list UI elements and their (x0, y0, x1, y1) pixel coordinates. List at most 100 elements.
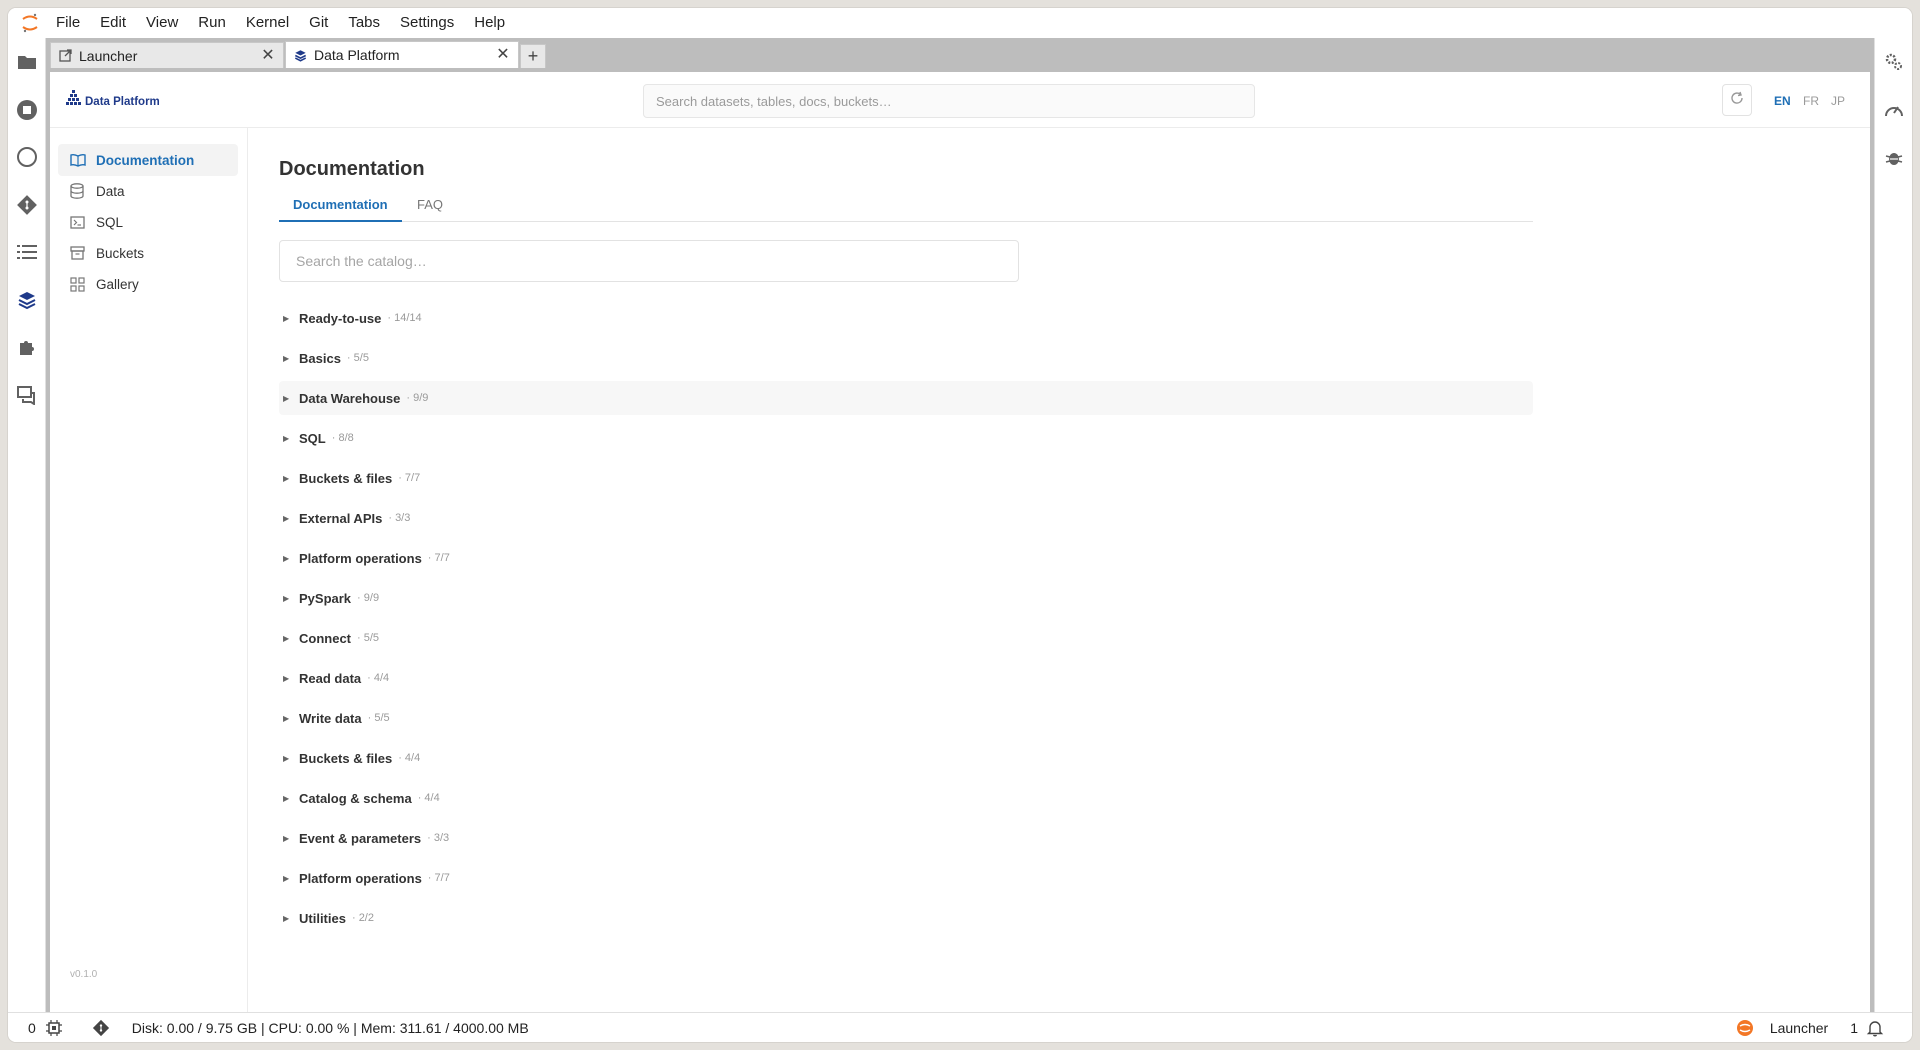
section-name: Catalog & schema (299, 790, 412, 806)
section-name: Utilities (299, 910, 346, 926)
section-row[interactable]: ▶ Ready-to-use · 14/14 (279, 301, 1533, 335)
sidebar-item-label: Documentation (96, 152, 195, 168)
section-row[interactable]: ▶ Buckets & files · 4/4 (279, 741, 1533, 775)
menu-help[interactable]: Help (464, 8, 515, 38)
section-row[interactable]: ▶ Write data · 5/5 (279, 701, 1533, 735)
debugger-icon[interactable] (1882, 146, 1906, 170)
circle-icon[interactable] (15, 145, 39, 169)
caret-right-icon: ▶ (283, 473, 290, 483)
menu-run[interactable]: Run (188, 8, 236, 38)
section-name: External APIs (299, 510, 383, 526)
caret-right-icon: ▶ (283, 873, 290, 883)
close-icon[interactable]: ✕ (496, 47, 510, 63)
caret-right-icon: ▶ (283, 593, 290, 603)
data-platform-panel: Data Platform EN FR JP Docume (50, 72, 1870, 1012)
section-count: · 5/5 (367, 712, 390, 724)
gauge-icon[interactable] (1882, 98, 1906, 122)
menu-view[interactable]: View (136, 8, 188, 38)
chat-icon[interactable] (15, 383, 39, 407)
caret-right-icon: ▶ (283, 353, 290, 363)
section-row[interactable]: ▶ Platform operations · 7/7 (279, 541, 1533, 575)
menu-kernel[interactable]: Kernel (236, 8, 299, 38)
menu-edit[interactable]: Edit (90, 8, 136, 38)
toc-list-icon[interactable] (15, 240, 39, 264)
lang-fr[interactable]: FR (1803, 94, 1819, 108)
caret-right-icon: ▶ (283, 793, 290, 803)
menu-tabs[interactable]: Tabs (338, 8, 390, 38)
tab-faq[interactable]: FAQ (403, 194, 457, 222)
section-name: Ready-to-use (299, 310, 382, 326)
close-icon[interactable]: ✕ (261, 47, 275, 63)
section-row[interactable]: ▶ Event & parameters · 3/3 (279, 821, 1533, 855)
version-label: v0.1.0 (70, 969, 98, 980)
lang-en[interactable]: EN (1774, 94, 1791, 108)
section-row[interactable]: ▶ Platform operations · 7/7 (279, 861, 1533, 895)
resource-usage: Disk: 0.00 / 9.75 GB | CPU: 0.00 % | Mem… (131, 1019, 529, 1036)
sidebar-item-gallery[interactable]: Gallery (58, 268, 238, 300)
property-inspector-icon[interactable] (1882, 50, 1906, 74)
caret-right-icon: ▶ (283, 913, 290, 923)
kernel-chip-icon[interactable] (45, 1019, 62, 1036)
section-row[interactable]: ▶ Catalog & schema · 4/4 (279, 781, 1533, 815)
section-row[interactable]: ▶ Connect · 5/5 (279, 621, 1533, 655)
section-row[interactable]: ▶ Basics · 5/5 (279, 341, 1533, 375)
tab-data-platform[interactable]: Data Platform ✕ (285, 41, 519, 68)
tab-documentation[interactable]: Documentation (279, 194, 402, 222)
section-count: · 7/7 (398, 472, 421, 484)
kernel-count[interactable]: 0 (28, 1020, 36, 1036)
terminal-icon (70, 214, 86, 230)
layers-icon[interactable] (15, 288, 39, 312)
section-name: Buckets & files (299, 470, 393, 486)
stop-circle-icon[interactable] (15, 98, 39, 122)
menu-settings[interactable]: Settings (390, 8, 464, 38)
section-row[interactable]: ▶ PySpark · 9/9 (279, 581, 1533, 615)
section-name: Buckets & files (299, 750, 393, 766)
section-row[interactable]: ▶ SQL · 8/8 (279, 421, 1533, 455)
add-tab-button[interactable]: + (520, 44, 546, 68)
sidebar-item-buckets[interactable]: Buckets (58, 237, 238, 269)
layers-icon (294, 48, 308, 62)
section-count: · 5/5 (357, 632, 380, 644)
notification-count[interactable]: 1 (1850, 1020, 1858, 1036)
git-icon[interactable] (15, 193, 39, 217)
section-name: Platform operations (299, 550, 422, 566)
content-tabs: Documentation FAQ (279, 194, 1533, 222)
section-count: · 3/3 (388, 512, 411, 524)
active-tab-name: Launcher (1769, 1019, 1829, 1036)
section-row[interactable]: ▶ Data Warehouse · 9/9 (279, 381, 1533, 415)
sidebar-item-data[interactable]: Data (58, 175, 238, 207)
folder-icon[interactable] (15, 50, 39, 74)
caret-right-icon: ▶ (283, 393, 290, 403)
brand-name: Data Platform (85, 95, 160, 108)
tab-launcher[interactable]: Launcher ✕ (50, 42, 284, 68)
refresh-icon (1730, 91, 1744, 110)
gallery-icon (70, 276, 86, 292)
section-row[interactable]: ▶ Buckets & files · 7/7 (279, 461, 1533, 495)
jupyter-logo-icon (14, 8, 46, 38)
main-content: Documentation Documentation FAQ ▶ Ready-t… (248, 128, 1870, 1012)
sidebar-item-documentation[interactable]: Documentation (58, 144, 238, 176)
git-status-icon[interactable] (92, 1019, 110, 1037)
refresh-button[interactable] (1722, 84, 1752, 116)
jupyter-status-icon[interactable] (1736, 1019, 1754, 1037)
sidebar-item-sql[interactable]: SQL (58, 206, 238, 238)
puzzle-icon[interactable] (15, 335, 39, 359)
right-activity-bar (1874, 38, 1912, 1012)
menu-file[interactable]: File (46, 8, 90, 38)
section-list: ▶ Ready-to-use · 14/14 ▶ Basics · 5/5 ▶ Data … (279, 301, 1533, 941)
caret-right-icon: ▶ (283, 313, 290, 323)
brand-logo[interactable]: Data Platform (64, 89, 160, 114)
section-count: · 4/4 (417, 792, 440, 804)
bell-icon[interactable] (1866, 1019, 1884, 1037)
global-search-input[interactable] (643, 84, 1255, 118)
section-row[interactable]: ▶ Utilities · 2/2 (279, 901, 1533, 935)
section-row[interactable]: ▶ Read data · 4/4 (279, 661, 1533, 695)
lang-jp[interactable]: JP (1831, 94, 1845, 108)
tab-label: Launcher (79, 47, 138, 64)
catalog-search-input[interactable] (279, 240, 1019, 282)
left-activity-bar (8, 38, 46, 1012)
section-row[interactable]: ▶ External APIs · 3/3 (279, 501, 1533, 535)
menu-git[interactable]: Git (299, 8, 338, 38)
tab-label: Data Platform (314, 47, 400, 63)
book-icon (70, 152, 86, 168)
